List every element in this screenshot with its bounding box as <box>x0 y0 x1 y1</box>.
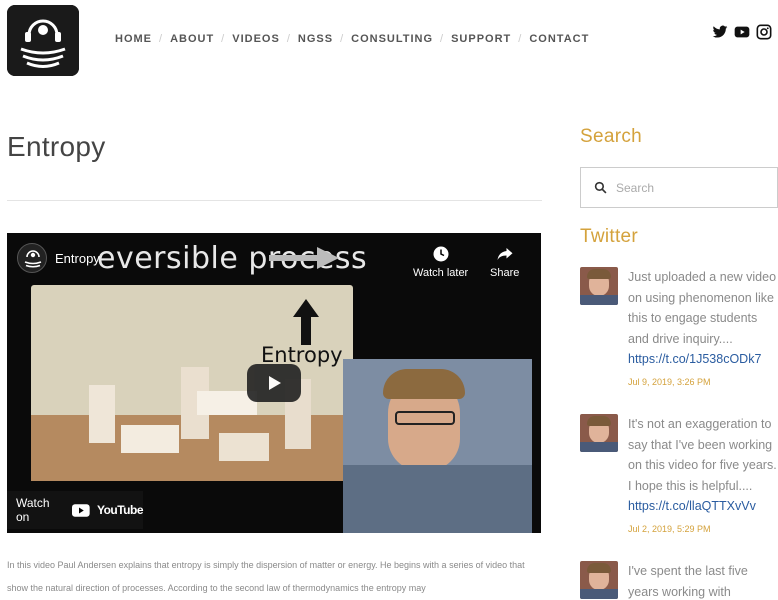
tweet-avatar[interactable] <box>580 414 618 452</box>
arrow-up-icon <box>293 299 319 345</box>
nav-separator: / <box>340 33 345 45</box>
share-label: Share <box>490 267 520 279</box>
watch-later-label: Watch later <box>413 267 469 279</box>
arrow-right-icon <box>269 247 339 269</box>
nav-contact[interactable]: CONTACT <box>529 33 589 45</box>
twitter-icon[interactable] <box>712 24 728 40</box>
tweet-body: It's not an exaggeration to say that I'v… <box>628 414 778 539</box>
block-shape <box>89 385 115 443</box>
nav-separator: / <box>286 33 291 45</box>
video-title[interactable]: Entropy <box>55 251 100 266</box>
block-shape <box>121 425 179 453</box>
page-title: Entropy <box>7 131 106 162</box>
logo-headphones-icon <box>7 5 79 76</box>
play-button[interactable] <box>247 364 301 402</box>
tweet-avatar[interactable] <box>580 561 618 599</box>
tweet-body: I've spent the last five years working w… <box>628 561 778 600</box>
watch-later-button[interactable]: Watch later <box>413 245 468 279</box>
nav-videos[interactable]: VIDEOS <box>232 33 280 45</box>
social-links <box>712 24 772 40</box>
search-icon <box>594 181 607 194</box>
instagram-icon[interactable] <box>756 24 772 40</box>
tweet-date[interactable]: Jul 2, 2019, 5:29 PM <box>628 519 778 539</box>
main-nav: HOME / ABOUT / VIDEOS / NGSS / CONSULTIN… <box>115 33 589 45</box>
youtube-wordmark: YouTube <box>96 503 144 517</box>
nav-ngss[interactable]: NGSS <box>298 33 333 45</box>
site-logo[interactable] <box>7 5 79 76</box>
clock-icon <box>433 246 449 262</box>
presenter-glasses <box>395 411 455 425</box>
youtube-logo-icon <box>72 503 90 517</box>
tweet-body: Just uploaded a new video on using pheno… <box>628 267 778 392</box>
tweet-date[interactable]: Jul 9, 2019, 3:26 PM <box>628 372 778 392</box>
search-input[interactable] <box>616 180 766 195</box>
search-box[interactable] <box>580 167 778 208</box>
share-icon <box>497 248 513 260</box>
tweet-text: I've spent the last five years working w… <box>628 564 748 599</box>
share-button[interactable]: Share <box>490 245 519 279</box>
video-player[interactable]: eversible process Entropy Entropy Watch … <box>7 233 541 533</box>
presenter-hair <box>383 369 465 399</box>
twitter-heading: Twitter <box>580 226 639 247</box>
presenter-webcam <box>343 359 532 533</box>
block-shape <box>219 433 269 461</box>
play-icon <box>269 376 281 390</box>
youtube-icon[interactable] <box>734 24 750 40</box>
nav-about[interactable]: ABOUT <box>170 33 214 45</box>
nav-consulting[interactable]: CONSULTING <box>351 33 433 45</box>
presenter-shirt <box>343 465 532 533</box>
tweet-link[interactable]: https://t.co/1J538cODk7 <box>628 349 778 370</box>
tweet-text: Just uploaded a new video on using pheno… <box>628 270 777 346</box>
tweet-link[interactable]: https://t.co/llaQTTXvVv <box>628 496 778 517</box>
tweet-text: It's not an exaggeration to say that I'v… <box>628 417 777 493</box>
video-title-row: Entropy <box>17 243 100 273</box>
nav-separator: / <box>159 33 164 45</box>
search-heading: Search <box>580 126 643 147</box>
watch-on-label: Watch on <box>16 496 50 524</box>
nav-support[interactable]: SUPPORT <box>451 33 511 45</box>
nav-home[interactable]: HOME <box>115 33 152 45</box>
nav-separator: / <box>221 33 226 45</box>
title-divider <box>7 200 542 201</box>
nav-separator: / <box>440 33 445 45</box>
tweet-avatar[interactable] <box>580 267 618 305</box>
channel-avatar-icon[interactable] <box>17 243 47 273</box>
watch-on-youtube-button[interactable]: Watch on YouTube <box>7 491 144 529</box>
nav-separator: / <box>518 33 523 45</box>
video-description: In this video Paul Andersen explains tha… <box>7 560 525 593</box>
